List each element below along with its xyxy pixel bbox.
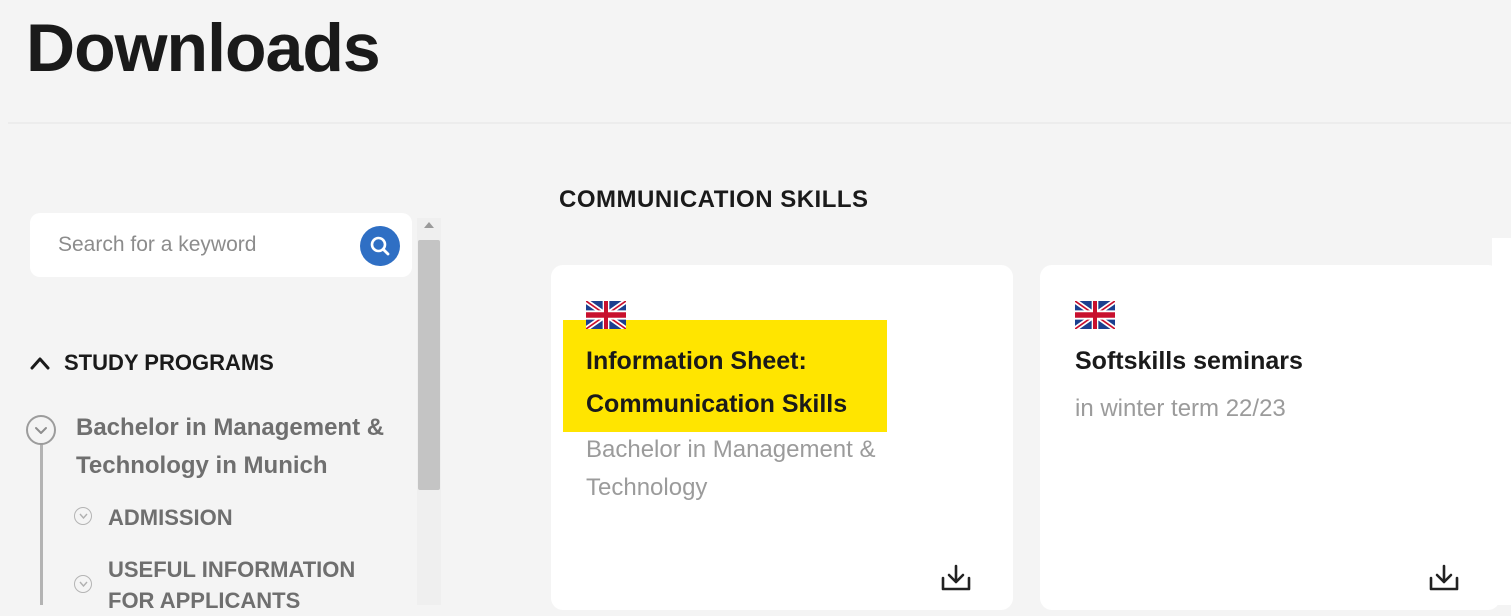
next-card-edge: [1492, 238, 1511, 605]
chevron-down-icon: [74, 575, 92, 593]
chevron-down-icon: [74, 507, 92, 525]
card-title-line: Communication Skills: [586, 390, 848, 418]
download-button[interactable]: [1422, 558, 1466, 598]
card-subtitle-line: in winter term 22/23: [1075, 395, 1286, 422]
download-icon: [941, 564, 971, 591]
card-title: Information Sheet: Communication Skills: [586, 340, 847, 426]
card-subtitle-line: Technology: [586, 474, 708, 501]
card-title: Softskills seminars: [1075, 340, 1303, 383]
scroll-thumb[interactable]: [418, 240, 440, 490]
download-card-information-sheet[interactable]: Information Sheet: Communication Skills …: [551, 265, 1013, 610]
chevron-up-icon: [30, 356, 50, 370]
card-subtitle: in winter term 22/23: [1075, 390, 1286, 428]
uk-flag-icon: [586, 301, 626, 329]
download-card-softskills-seminars[interactable]: Softskills seminars in winter term 22/23: [1040, 265, 1500, 610]
card-subtitle-line: Bachelor in Management &: [586, 436, 876, 463]
sub-item-useful-information[interactable]: USEFUL INFORMATION FOR APPLICANTS: [74, 554, 374, 616]
card-title-line: Softskills seminars: [1075, 347, 1303, 375]
card-title-line: Information Sheet:: [586, 347, 807, 375]
card-subtitle: Bachelor in Management & Technology: [586, 431, 876, 507]
title-divider: [8, 122, 1511, 124]
download-button[interactable]: [934, 558, 978, 598]
download-icon: [1429, 564, 1459, 591]
sub-item-label: USEFUL INFORMATION FOR APPLICANTS: [108, 557, 356, 613]
scroll-up-arrow-icon[interactable]: [424, 222, 434, 228]
study-programs-toggle[interactable]: STUDY PROGRAMS: [30, 350, 274, 376]
sub-item-admission[interactable]: ADMISSION: [74, 502, 233, 533]
category-heading: COMMUNICATION SKILLS: [559, 186, 869, 213]
tree-connector-line: [40, 437, 43, 605]
program-item-label: Bachelor in Management & Technology in M…: [76, 414, 385, 479]
study-programs-label: STUDY PROGRAMS: [64, 350, 274, 375]
uk-flag-icon: [1075, 301, 1115, 329]
chevron-down-icon: [26, 415, 56, 445]
sub-item-label: ADMISSION: [108, 505, 233, 530]
search-button[interactable]: [360, 226, 400, 266]
search-icon: [370, 236, 390, 256]
search-input[interactable]: [56, 232, 346, 258]
page-title: Downloads: [26, 10, 381, 86]
search-box[interactable]: [30, 213, 412, 277]
